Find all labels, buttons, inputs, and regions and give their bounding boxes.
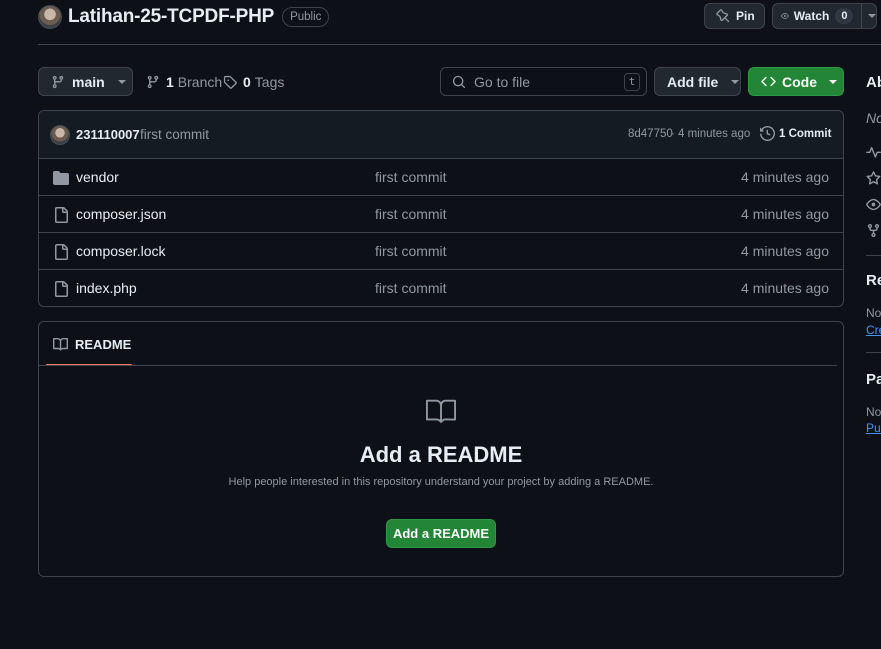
readme-description: Help people interested in this repositor… [228, 476, 654, 488]
folder-icon [53, 171, 69, 185]
commit-count-label: 1 Commit [779, 127, 832, 140]
visibility-badge: Public [282, 7, 330, 27]
file-commit-time: 4 minutes ago [741, 169, 829, 185]
commit-hash[interactable]: 8d47750 [628, 128, 673, 140]
file-name[interactable]: composer.lock [76, 243, 165, 259]
file-icon [55, 244, 68, 260]
star-icon[interactable] [866, 171, 881, 186]
search-shortcut-key: t [624, 73, 640, 91]
activity-icon[interactable] [866, 145, 881, 160]
branch-caret-icon [117, 79, 126, 84]
about-heading: Ab [866, 74, 881, 91]
tag-count: 0 [243, 74, 251, 90]
file-icon [55, 281, 68, 297]
file-commit-message[interactable]: first commit [375, 169, 447, 185]
file-commit-message[interactable]: first commit [375, 243, 447, 259]
pin-icon [716, 9, 730, 23]
code-caret-icon [829, 79, 837, 84]
book-icon [53, 337, 68, 351]
repo-header: Latihan-25-TCPDF-PHP Public [38, 4, 330, 30]
commit-author[interactable]: 231110007 [76, 127, 140, 142]
add-file-label: Add file [667, 73, 719, 90]
watch-label: Watch [793, 9, 830, 23]
header-divider [38, 44, 881, 45]
add-readme-button[interactable]: Add a README [386, 519, 496, 548]
file-table: 231110007 first commit 8d47750 · 4 minut… [38, 110, 844, 307]
repo-name[interactable]: Latihan-25-TCPDF-PHP [68, 6, 274, 28]
file-row-composer-lock[interactable]: composer.lock first commit 4 minutes ago [39, 233, 843, 270]
git-branch-icon [52, 75, 64, 88]
file-commit-time: 4 minutes ago [741, 243, 829, 259]
go-to-file-search[interactable]: Go to file t [440, 67, 647, 96]
file-row-vendor[interactable]: vendor first commit 4 minutes ago [39, 159, 843, 196]
about-description: No [866, 110, 881, 126]
releases-text: No [866, 306, 881, 320]
tag-label: Tags [254, 74, 285, 90]
readme-heading: Add a README [359, 442, 523, 467]
readme-tab[interactable]: README [46, 322, 132, 366]
eye-icon[interactable] [866, 197, 881, 212]
book-icon [426, 399, 456, 423]
tag-icon [223, 75, 237, 89]
packages-text: No [866, 405, 881, 419]
add-readme-label: Add a README [392, 526, 490, 541]
owner-avatar[interactable] [38, 5, 62, 29]
commit-author-avatar[interactable] [50, 125, 70, 145]
code-label: Code [782, 73, 817, 90]
file-name[interactable]: composer.json [76, 206, 166, 222]
pin-label: Pin [736, 9, 755, 23]
search-placeholder: Go to file [474, 73, 531, 90]
watch-count: 0 [835, 8, 854, 24]
branch-count: 1 [166, 74, 174, 90]
git-branch-icon [147, 75, 159, 89]
sidebar-divider [866, 352, 881, 353]
file-name[interactable]: index.php [76, 280, 137, 296]
file-commit-time: 4 minutes ago [741, 280, 829, 296]
commit-message[interactable]: first commit [140, 127, 209, 142]
add-file-button[interactable]: Add file [654, 67, 741, 96]
file-icon [55, 207, 68, 223]
watch-dropdown-caret[interactable] [868, 14, 876, 18]
pin-button[interactable]: Pin [704, 3, 765, 29]
file-row-index-php[interactable]: index.php first commit 4 minutes ago [39, 270, 843, 306]
history-icon [760, 126, 775, 141]
tags-link[interactable]: 0 Tags [223, 73, 284, 91]
branches-link[interactable]: 1 Branch [146, 73, 222, 91]
file-name[interactable]: vendor [76, 169, 119, 185]
packages-heading[interactable]: Pa [866, 371, 881, 388]
eye-icon [781, 13, 789, 19]
search-icon [452, 75, 466, 88]
fork-icon[interactable] [866, 223, 881, 238]
file-commit-message[interactable]: first commit [375, 206, 447, 222]
create-release-link[interactable]: Cre [866, 323, 881, 337]
releases-heading[interactable]: Re [866, 272, 881, 289]
branch-selector[interactable]: main [38, 67, 133, 96]
sidebar-divider [866, 255, 881, 256]
readme-panel: README Add a README Help people interest… [38, 321, 844, 577]
file-row-composer-json[interactable]: composer.json first commit 4 minutes ago [39, 196, 843, 233]
branch-name: main [72, 73, 105, 90]
code-icon [761, 76, 776, 87]
file-commit-message[interactable]: first commit [375, 280, 447, 296]
code-button[interactable]: Code [748, 67, 844, 96]
readme-tab-divider [39, 365, 837, 366]
commit-separator: · [671, 128, 675, 140]
commit-time: 4 minutes ago [678, 128, 751, 140]
watch-button[interactable]: Watch 0 [772, 3, 877, 29]
commit-history-link[interactable]: 1 Commit [760, 126, 831, 141]
readme-tab-label: README [75, 337, 132, 352]
branch-label: Branch [177, 74, 223, 90]
add-file-caret-icon [731, 79, 740, 84]
publish-package-link[interactable]: Pub [866, 421, 881, 435]
file-commit-time: 4 minutes ago [741, 206, 829, 222]
latest-commit-row: 231110007 first commit 8d47750 · 4 minut… [39, 111, 843, 159]
